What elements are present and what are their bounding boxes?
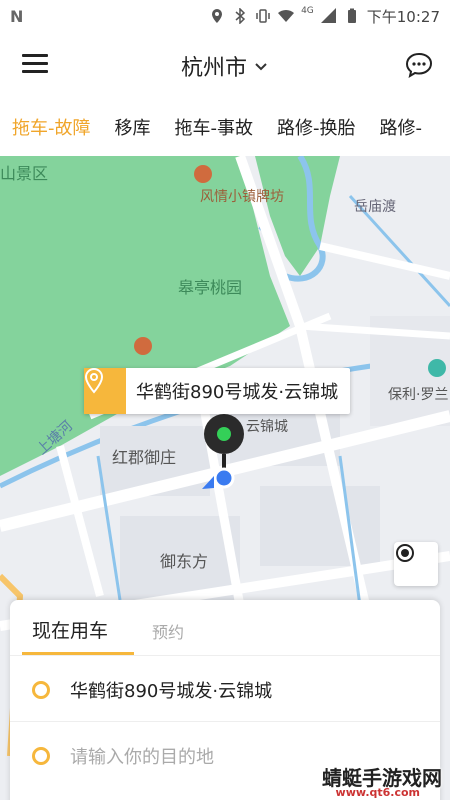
battery-icon — [347, 8, 356, 23]
locate-icon — [396, 544, 414, 562]
tab-reserve[interactable]: 预约 — [152, 619, 184, 643]
map-label-area: 山景区 — [0, 164, 49, 183]
tab-now[interactable]: 现在用车 — [32, 616, 108, 643]
destination-dot-icon — [32, 747, 50, 765]
pin-icon-box — [84, 368, 126, 414]
map-label-estate-hongjun: 红郡御庄 — [112, 448, 177, 467]
map-label-poly: 保利·罗兰 — [388, 387, 449, 403]
location-icon — [212, 9, 223, 23]
service-tabs: 拖车-故障 移库 拖车-事故 路修-换胎 路修- — [0, 98, 450, 156]
city-selector[interactable]: 杭州市 — [181, 50, 269, 82]
map-label-shop: 风情小镇牌坊 — [200, 189, 284, 205]
origin-address: 华鹤街890号城发·云锦城 — [70, 680, 273, 702]
wifi-icon — [278, 9, 295, 22]
booking-tabs: 现在用车 预约 — [10, 600, 440, 656]
tab-indicator — [22, 652, 134, 655]
message-icon[interactable] — [404, 50, 434, 80]
app-header: 杭州市 — [0, 32, 450, 98]
tab-road-repair-tire[interactable]: 路修-换胎 — [277, 114, 356, 140]
location-pin-icon — [84, 368, 104, 394]
bluetooth-icon — [235, 8, 246, 24]
origin-dot-icon — [32, 680, 50, 699]
map-label-estate-yudongfang: 御东方 — [160, 552, 209, 571]
locate-button[interactable] — [394, 542, 438, 586]
network-type: 4G — [301, 6, 314, 16]
map-label-ferry: 岳庙渡 — [354, 199, 396, 215]
status-bar: N 4G 下午10:27 — [0, 0, 450, 32]
watermark-url: www.qt6.com — [335, 786, 420, 799]
notification-icon: N — [10, 6, 24, 26]
pickup-bubble[interactable]: 华鹤街890号城发·云锦城 — [84, 368, 351, 414]
clock: 下午10:27 — [366, 7, 440, 26]
map-label-park: 皋亭桃园 — [178, 278, 243, 297]
pickup-address: 华鹤街890号城发·云锦城 — [136, 382, 339, 403]
signal-icon — [320, 8, 336, 23]
tab-tow-accident[interactable]: 拖车-事故 — [175, 114, 254, 140]
city-selector-wrap: 杭州市 — [0, 50, 450, 82]
destination-input[interactable]: 请输入你的目的地 — [70, 743, 214, 769]
city-name: 杭州市 — [180, 56, 247, 81]
origin-row[interactable]: 华鹤街890号城发·云锦城 — [10, 658, 440, 722]
tab-relocate[interactable]: 移库 — [115, 114, 151, 140]
vibrate-icon — [256, 9, 270, 23]
tab-tow-breakdown[interactable]: 拖车-故障 — [12, 114, 91, 140]
map-label-estate-yunjin: 云锦城 — [246, 419, 288, 435]
tab-road-repair-more[interactable]: 路修- — [380, 114, 423, 140]
chevron-down-icon — [255, 63, 267, 71]
